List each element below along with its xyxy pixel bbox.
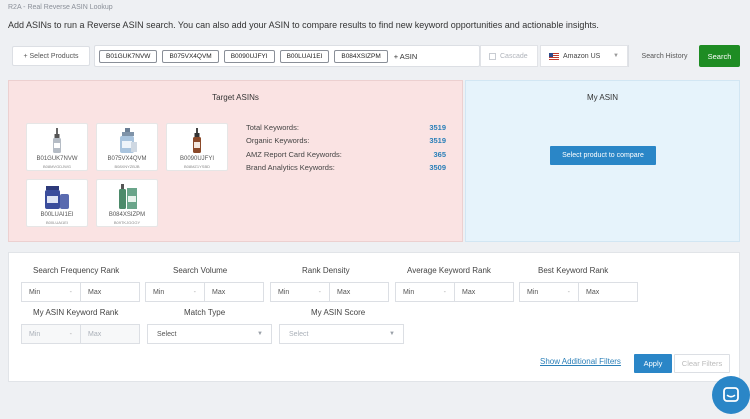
- filter-label-my-asin-score: My ASIN Score: [311, 308, 366, 317]
- average-keyword-rank-min[interactable]: Min: [396, 283, 455, 301]
- keyword-stats: Total Keywords: 3519 Organic Keywords: 351…: [246, 123, 446, 177]
- chat-icon: [723, 387, 739, 402]
- search-button[interactable]: Search: [699, 45, 740, 67]
- asin-input-box[interactable]: B01GUK7NVW B075VX4QVM B0090UJFYI B00LUAI…: [94, 45, 480, 67]
- spray-bottle-icon: [120, 128, 137, 153]
- product-asin: B00LUAI1EI: [40, 212, 74, 218]
- search-history-button[interactable]: Search History: [628, 45, 700, 67]
- product-card[interactable]: B00LUAI1EI B00LUAI1EI: [26, 179, 88, 227]
- my-asin-keyword-rank-min[interactable]: Min: [22, 325, 81, 343]
- stat-value: 365: [433, 149, 446, 159]
- marketplace-label: Amazon US: [563, 52, 601, 60]
- select-products-button[interactable]: + Select Products: [12, 46, 90, 66]
- search-frequency-rank-min[interactable]: Min: [22, 283, 81, 301]
- average-keyword-rank-max[interactable]: Max: [455, 283, 513, 301]
- filter-label-my-asin-keyword-rank: My ASIN Keyword Rank: [33, 308, 119, 317]
- my-asin-keyword-rank-range: Min Max: [21, 324, 140, 344]
- asin-chip[interactable]: B084XSIZPM: [334, 49, 388, 63]
- jar-icon: [45, 186, 69, 209]
- cascade-label: Cascade: [500, 52, 528, 60]
- asin-chip[interactable]: B075VX4QVM: [162, 49, 219, 63]
- product-asin: B084XSIZPM: [108, 212, 146, 218]
- cascade-checkbox[interactable]: [489, 52, 496, 60]
- rank-density-min[interactable]: Min: [271, 283, 330, 301]
- select-product-to-compare-button[interactable]: Select product to compare: [550, 146, 656, 165]
- product-sub-asin: B08MZ1YSBD: [183, 164, 210, 169]
- best-keyword-rank-range: Min Max: [519, 282, 638, 302]
- product-sub-asin: B00LUAI1EI: [45, 220, 68, 225]
- product-sub-asin: B08XNYZBJB: [114, 164, 140, 169]
- search-frequency-rank-max[interactable]: Max: [81, 283, 139, 301]
- search-frequency-rank-range: Min Max: [21, 282, 140, 302]
- product-sub-asin: B09TKJGGGY: [113, 220, 141, 225]
- target-asins-title: Target ASINs: [212, 93, 259, 102]
- filters-panel: Search Frequency Rank Min Max Search Vol…: [8, 252, 740, 382]
- target-asins-panel: Target ASINs B01GUK7NVW B08MVGDJWG B075V…: [8, 80, 463, 242]
- stat-value: 3519: [429, 136, 446, 146]
- search-volume-range: Min Max: [145, 282, 264, 302]
- clear-filters-button[interactable]: Clear Filters: [674, 354, 730, 373]
- rank-density-range: Min Max: [270, 282, 389, 302]
- filter-label-search-volume: Search Volume: [173, 266, 228, 275]
- show-additional-filters-link[interactable]: Show Additional Filters: [540, 357, 621, 366]
- search-toolbar: + Select Products B01GUK7NVW B075VX4QVM …: [8, 44, 742, 68]
- box-bottle-icon: [119, 184, 137, 209]
- stat-label: Brand Analytics Keywords:: [246, 163, 335, 173]
- product-asin: B01GUK7NVW: [36, 156, 78, 162]
- chat-widget-button[interactable]: [712, 376, 750, 414]
- stat-label: AMZ Report Card Keywords:: [246, 149, 342, 159]
- best-keyword-rank-min[interactable]: Min: [520, 283, 579, 301]
- rank-density-max[interactable]: Max: [330, 283, 388, 301]
- stat-row: Brand Analytics Keywords: 3509: [246, 163, 446, 176]
- stat-value: 3519: [429, 123, 446, 132]
- filter-label-rank-density: Rank Density: [302, 266, 350, 275]
- search-volume-max[interactable]: Max: [205, 283, 263, 301]
- my-asin-score-select[interactable]: Select ▼: [279, 324, 404, 344]
- intro-text: Add ASINs to run a Reverse ASIN search. …: [8, 20, 599, 30]
- stat-row: Organic Keywords: 3519: [246, 136, 446, 149]
- product-asin: B0090UJFYI: [179, 156, 215, 162]
- product-asin: B075VX4QVM: [107, 156, 147, 162]
- us-flag-icon: [549, 52, 559, 60]
- product-sub-asin: B08MVGDJWG: [42, 164, 71, 169]
- match-type-value: Select: [157, 330, 177, 338]
- filter-label-best-keyword-rank: Best Keyword Rank: [538, 266, 609, 275]
- chevron-down-icon: ▼: [389, 331, 395, 337]
- add-asin-button[interactable]: + ASIN: [394, 52, 418, 61]
- dropper-bottle-icon: [53, 128, 61, 153]
- chevron-down-icon: ▼: [613, 53, 619, 59]
- match-type-select[interactable]: Select ▼: [147, 324, 272, 344]
- stat-value: 3509: [429, 163, 446, 173]
- my-asin-panel: My ASIN Select product to compare: [465, 80, 740, 242]
- my-asin-title: My ASIN: [586, 93, 619, 102]
- marketplace-select[interactable]: Amazon US ▼: [540, 45, 628, 67]
- stat-label: Total Keywords:: [246, 123, 299, 132]
- asin-chip[interactable]: B00LUAI1EI: [279, 49, 330, 63]
- filter-label-average-keyword-rank: Average Keyword Rank: [407, 266, 491, 275]
- product-card[interactable]: B0090UJFYI B08MZ1YSBD: [166, 123, 228, 171]
- apply-filters-button[interactable]: Apply: [634, 354, 672, 373]
- product-card[interactable]: B084XSIZPM B09TKJGGGY: [96, 179, 158, 227]
- amber-bottle-icon: [193, 128, 201, 153]
- filter-label-match-type: Match Type: [184, 308, 226, 317]
- stat-label: Organic Keywords:: [246, 136, 310, 146]
- chevron-down-icon: ▼: [257, 331, 263, 337]
- product-card[interactable]: B075VX4QVM B08XNYZBJB: [96, 123, 158, 171]
- breadcrumb: R2A - Real Reverse ASIN Lookup: [8, 4, 113, 11]
- asin-chip[interactable]: B0090UJFYI: [223, 49, 275, 63]
- my-asin-score-value: Select: [289, 330, 309, 338]
- filter-label-search-frequency-rank: Search Frequency Rank: [33, 266, 120, 275]
- search-volume-min[interactable]: Min: [146, 283, 205, 301]
- best-keyword-rank-max[interactable]: Max: [579, 283, 637, 301]
- cascade-toggle[interactable]: Cascade: [480, 45, 538, 67]
- product-card[interactable]: B01GUK7NVW B08MVGDJWG: [26, 123, 88, 171]
- stat-row: AMZ Report Card Keywords: 365: [246, 150, 446, 163]
- asin-chip[interactable]: B01GUK7NVW: [99, 49, 158, 63]
- stat-row: Total Keywords: 3519: [246, 123, 446, 136]
- average-keyword-rank-range: Min Max: [395, 282, 514, 302]
- my-asin-keyword-rank-max[interactable]: Max: [81, 325, 139, 343]
